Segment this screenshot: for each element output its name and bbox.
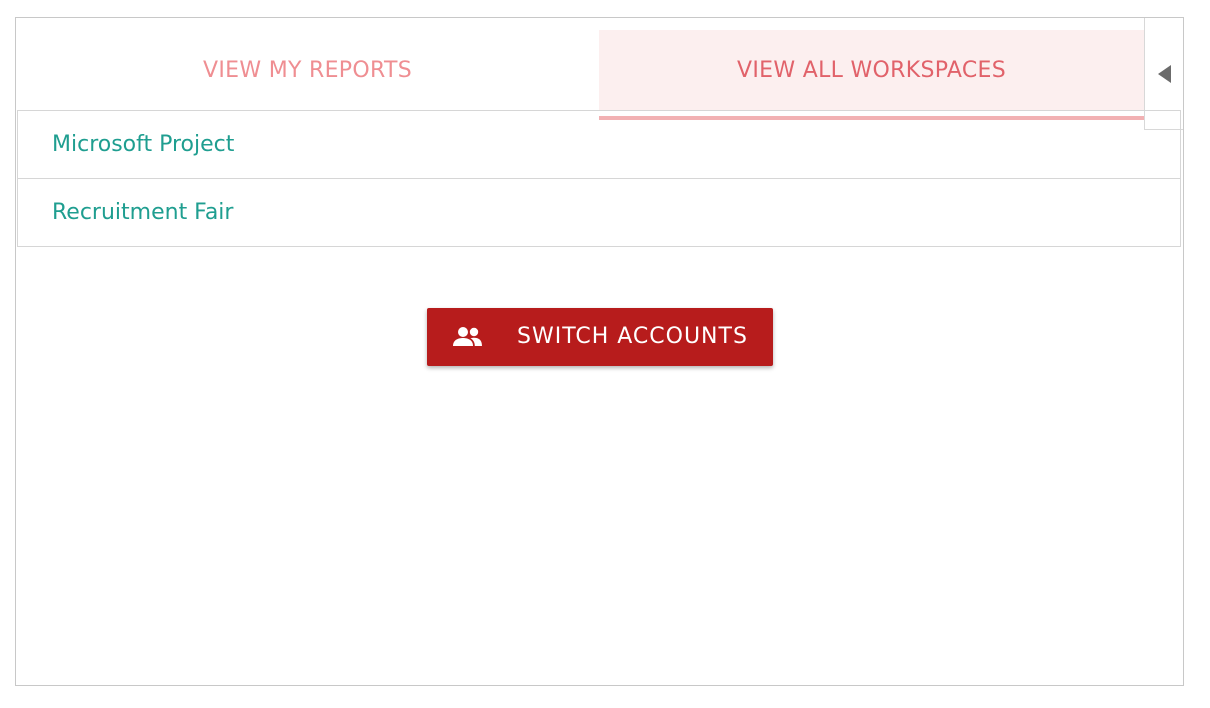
caret-left-icon: [1157, 64, 1171, 83]
workspace-item-recruitment-fair[interactable]: Recruitment Fair: [17, 179, 1181, 247]
workspace-panel: VIEW MY REPORTS VIEW ALL WORKSPACES Micr…: [15, 17, 1184, 686]
workspace-item-label: Microsoft Project: [52, 132, 235, 157]
people-icon: [453, 327, 482, 346]
tab-view-my-reports-label: VIEW MY REPORTS: [203, 57, 412, 83]
switch-accounts-label: SWITCH ACCOUNTS: [517, 324, 748, 349]
workspace-item-microsoft-project[interactable]: Microsoft Project: [17, 111, 1181, 179]
tab-view-all-workspaces[interactable]: VIEW ALL WORKSPACES: [599, 30, 1144, 110]
tab-bar: VIEW MY REPORTS VIEW ALL WORKSPACES: [16, 30, 1144, 120]
tab-view-all-workspaces-label: VIEW ALL WORKSPACES: [737, 57, 1006, 83]
switch-accounts-button[interactable]: SWITCH ACCOUNTS: [427, 308, 773, 366]
workspace-list: Microsoft Project Recruitment Fair: [17, 110, 1181, 247]
workspace-item-label: Recruitment Fair: [52, 200, 234, 225]
tab-view-my-reports[interactable]: VIEW MY REPORTS: [16, 30, 599, 110]
